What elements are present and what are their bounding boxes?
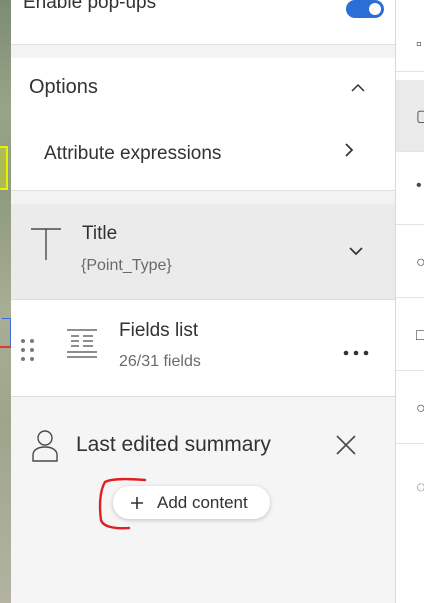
- drag-handle-icon[interactable]: [19, 338, 37, 367]
- text-title-icon: [29, 226, 63, 267]
- map-feature-highlight: [0, 146, 8, 190]
- section-divider: [11, 45, 395, 58]
- enable-popups-label: Enable pop-ups: [23, 0, 157, 13]
- options-header[interactable]: Options: [11, 58, 395, 118]
- map-view-strip: [0, 0, 11, 603]
- more-horizontal-icon[interactable]: [343, 344, 369, 362]
- toolbar-icon-4: ○: [416, 254, 424, 271]
- title-element-card[interactable]: Title {Point_Type}: [11, 204, 395, 300]
- fields-list-icon: [65, 328, 99, 365]
- chevron-up-icon[interactable]: [351, 80, 365, 98]
- toolbar-item-1[interactable]: ▫: [396, 0, 424, 72]
- chevron-down-icon[interactable]: [348, 244, 364, 262]
- attribute-expressions-row[interactable]: Attribute expressions: [11, 118, 395, 191]
- toggle-knob: [369, 3, 381, 15]
- toolbar-icon-3: •: [416, 177, 422, 194]
- enable-popups-toggle[interactable]: [346, 0, 384, 18]
- enable-popups-row: Enable pop-ups: [11, 0, 395, 45]
- fields-list-element-card[interactable]: Fields list 26/31 fields: [11, 300, 395, 397]
- title-element-value: {Point_Type}: [81, 257, 172, 274]
- section-divider: [11, 191, 395, 204]
- toolbar-icon-2: ▢: [416, 108, 424, 124]
- fields-list-count: 26/31 fields: [119, 353, 201, 370]
- chevron-right-icon: [343, 142, 355, 163]
- toolbar-item-2[interactable]: ▢: [396, 80, 424, 152]
- close-icon[interactable]: [335, 434, 357, 461]
- user-icon: [31, 429, 59, 468]
- map-feature-outline: [2, 318, 11, 348]
- toolbar-icon-5: □: [416, 327, 424, 344]
- title-element-label: Title: [82, 223, 118, 244]
- toolbar-icon-1: ▫: [416, 36, 422, 53]
- toolbar-item-6[interactable]: ○: [396, 372, 424, 444]
- map-feature-line: [0, 346, 11, 348]
- right-toolbar: ▫ ▢ • ○ □ ○ ◌: [395, 0, 424, 603]
- toolbar-item-3[interactable]: •: [396, 153, 424, 225]
- options-label: Options: [29, 76, 98, 98]
- attribute-expressions-label: Attribute expressions: [44, 143, 222, 164]
- toolbar-icon-6: ○: [416, 400, 424, 417]
- fields-list-label: Fields list: [119, 320, 199, 341]
- annotation-bracket: [97, 476, 149, 537]
- toolbar-icon-7: ◌: [416, 479, 424, 496]
- toolbar-item-4[interactable]: ○: [396, 226, 424, 298]
- toolbar-item-5[interactable]: □: [396, 299, 424, 371]
- add-content-label: Add content: [157, 493, 248, 512]
- last-edited-summary-label: Last edited summary: [76, 433, 271, 456]
- toolbar-item-7[interactable]: ◌: [396, 445, 424, 517]
